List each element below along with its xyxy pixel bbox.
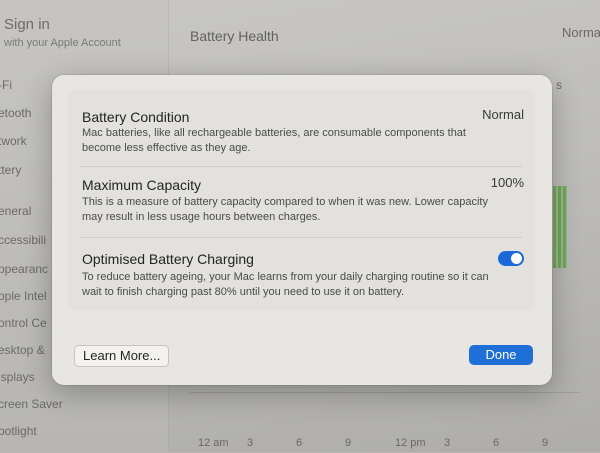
sidebar-item-wifi[interactable]: -Fi (0, 78, 12, 92)
chart-x-tick: 3 (444, 437, 451, 449)
done-button[interactable]: Done (469, 345, 533, 365)
battery-condition-title: Battery Condition (82, 109, 190, 125)
battery-condition-description: Mac batteries, like all rechargeable bat… (82, 127, 466, 154)
sidebar-item-network[interactable]: twork (0, 134, 27, 148)
sidebar-item-screen-saver[interactable]: creen Saver (0, 397, 63, 411)
sidebar-item-general[interactable]: eneral (0, 204, 31, 218)
maximum-capacity-value: 100% (490, 175, 524, 190)
optimised-charging-description: To reduce battery ageing, your Mac learn… (82, 271, 489, 298)
battery-info-panel: Battery Condition Normal Mac batteries, … (68, 89, 534, 311)
sidebar-item-apple-intelligence[interactable]: pple Intel (0, 289, 47, 303)
chart-x-tick: 6 (296, 437, 303, 449)
sidebar-item-spotlight[interactable]: potlight (0, 424, 37, 438)
signin-subtitle: with your Apple Account (4, 37, 121, 49)
toggle-knob (511, 253, 522, 264)
sidebar-item-desktop[interactable]: esktop & (0, 343, 45, 357)
signin-title[interactable]: Sign in (4, 16, 50, 33)
sidebar-item-bluetooth[interactable]: etooth (0, 106, 31, 120)
battery-condition-value: Normal (482, 107, 524, 122)
chart-x-tick: 6 (493, 437, 500, 449)
battery-condition-row: Battery Condition Normal Mac batteries, … (68, 89, 534, 165)
sidebar-item-battery[interactable]: ttery (0, 163, 21, 177)
battery-level-bars (553, 186, 567, 268)
sidebar-item-control-centre[interactable]: ontrol Ce (0, 316, 47, 330)
maximum-capacity-title: Maximum Capacity (82, 177, 202, 193)
chart-x-tick: 12 pm (395, 437, 426, 449)
optimised-charging-title: Optimised Battery Charging (82, 251, 254, 267)
battery-health-dialog: Battery Condition Normal Mac batteries, … (52, 75, 552, 385)
maximum-capacity-description: This is a measure of battery capacity co… (82, 196, 488, 223)
header-partial-text: s (556, 78, 562, 92)
optimised-charging-toggle[interactable] (498, 251, 524, 266)
sidebar-item-accessibility[interactable]: ccessibili (0, 233, 46, 247)
chart-x-tick: 9 (345, 437, 352, 449)
learn-more-button[interactable]: Learn More... (74, 345, 170, 367)
page-title: Battery Health (190, 28, 279, 44)
optimised-charging-row: Optimised Battery Charging To reduce bat… (68, 238, 534, 310)
chart-x-tick: 12 am (198, 437, 229, 449)
maximum-capacity-row: Maximum Capacity 100% This is a measure … (68, 167, 534, 237)
battery-health-status: Norma (562, 25, 600, 40)
sidebar-item-displays[interactable]: isplays (0, 370, 35, 384)
chart-x-tick: 3 (247, 437, 254, 449)
sidebar-item-appearance[interactable]: ppearanc (0, 262, 48, 276)
chart-x-tick: 9 (542, 437, 549, 449)
